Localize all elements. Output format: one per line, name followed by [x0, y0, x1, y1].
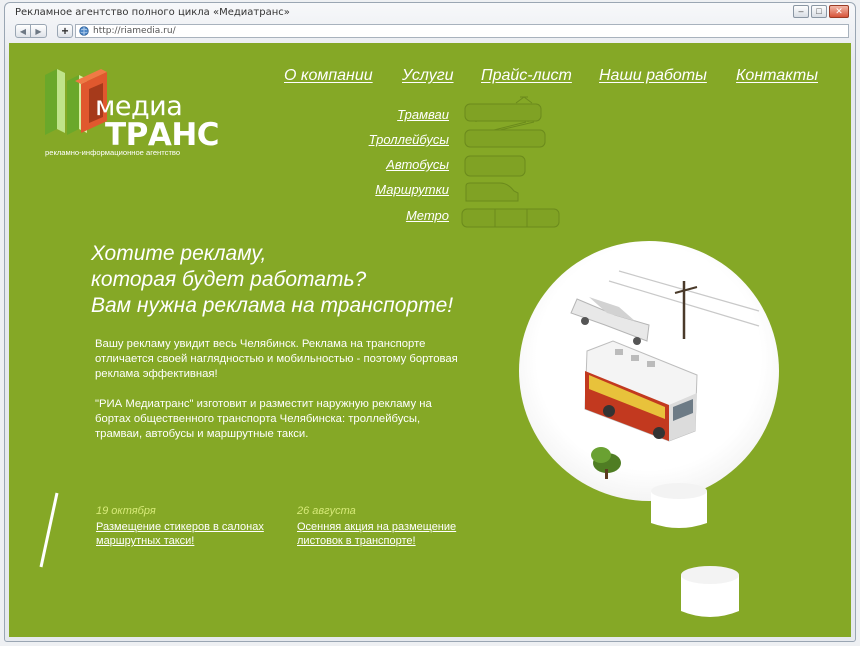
main-menu: О компании Услуги Прайс-лист Наши работы…	[9, 67, 851, 91]
decorative-slash	[39, 492, 59, 568]
window-controls: – □ ✕	[793, 5, 849, 18]
submenu-item-buses[interactable]: Автобусы	[386, 157, 449, 172]
tram-icon	[464, 96, 542, 122]
window-title: Рекламное агентство полного цикла «Медиа…	[15, 7, 290, 18]
trolleybus-icon	[464, 121, 546, 148]
address-bar[interactable]: http://riamedia.ru/	[75, 24, 849, 38]
nav-buttons: ◀ ▶	[15, 24, 47, 38]
globe-icon	[79, 26, 89, 36]
menu-item-about[interactable]: О компании	[284, 67, 373, 85]
news-item: 26 августа Осенняя акция на размещение л…	[297, 505, 482, 548]
browser-toolbar: ◀ ▶ + http://riamedia.ru/	[5, 22, 855, 41]
submenu-item-trams[interactable]: Трамваи	[397, 107, 449, 122]
minibus-icon	[465, 182, 519, 202]
url-text: http://riamedia.ru/	[93, 26, 176, 36]
decorative-cylinder	[681, 566, 739, 617]
submenu-item-minibuses[interactable]: Маршрутки	[375, 182, 449, 197]
menu-item-contacts[interactable]: Контакты	[736, 67, 818, 85]
maximize-icon[interactable]: □	[811, 5, 827, 18]
decorative-cylinder	[651, 483, 707, 528]
news-link[interactable]: Осенняя акция на размещение листовок в т…	[297, 520, 482, 548]
metro-icon	[461, 208, 560, 228]
menu-item-works[interactable]: Наши работы	[599, 67, 707, 85]
submenu-item-metro[interactable]: Метро	[406, 208, 449, 223]
intro-paragraph-2: "РИА Медиатранс" изготовит и разместит н…	[95, 398, 432, 440]
forward-icon[interactable]: ▶	[31, 24, 47, 38]
news-date: 26 августа	[297, 505, 356, 517]
intro-text: Вашу рекламу увидит весь Челябинск. Рекл…	[95, 337, 469, 457]
news-date: 19 октября	[96, 505, 156, 517]
page-content: медиа ТРАНС рекламно-информационное аген…	[9, 43, 851, 637]
intro-paragraph-1: Вашу рекламу увидит весь Челябинск. Рекл…	[95, 338, 458, 380]
news-link[interactable]: Размещение стикеров в салонах маршрутных…	[96, 520, 281, 548]
minimize-icon[interactable]: –	[793, 5, 809, 18]
submenu-item-trolleybuses[interactable]: Троллейбусы	[369, 132, 449, 147]
headline-line-3: Вам нужна реклама на транспорте!	[91, 294, 454, 317]
close-icon[interactable]: ✕	[829, 5, 849, 18]
headline-line-1: Хотите рекламу,	[91, 242, 267, 265]
back-icon[interactable]: ◀	[15, 24, 31, 38]
headline: Хотите рекламу, которая будет работать? …	[91, 241, 453, 319]
logo-tagline: рекламно-информационное агентство	[45, 148, 181, 157]
transport-illustration	[570, 270, 760, 479]
menu-item-services[interactable]: Услуги	[402, 67, 454, 85]
title-bar: Рекламное агентство полного цикла «Медиа…	[5, 3, 855, 23]
news-item: 19 октября Размещение стикеров в салонах…	[96, 505, 281, 548]
headline-line-2: которая будет работать?	[91, 268, 367, 291]
menu-item-pricelist[interactable]: Прайс-лист	[481, 67, 572, 85]
add-bookmark-button[interactable]: +	[57, 24, 73, 38]
browser-window: Рекламное агентство полного цикла «Медиа…	[4, 2, 856, 642]
bus-icon	[464, 155, 526, 177]
illustration-circle	[519, 241, 779, 501]
